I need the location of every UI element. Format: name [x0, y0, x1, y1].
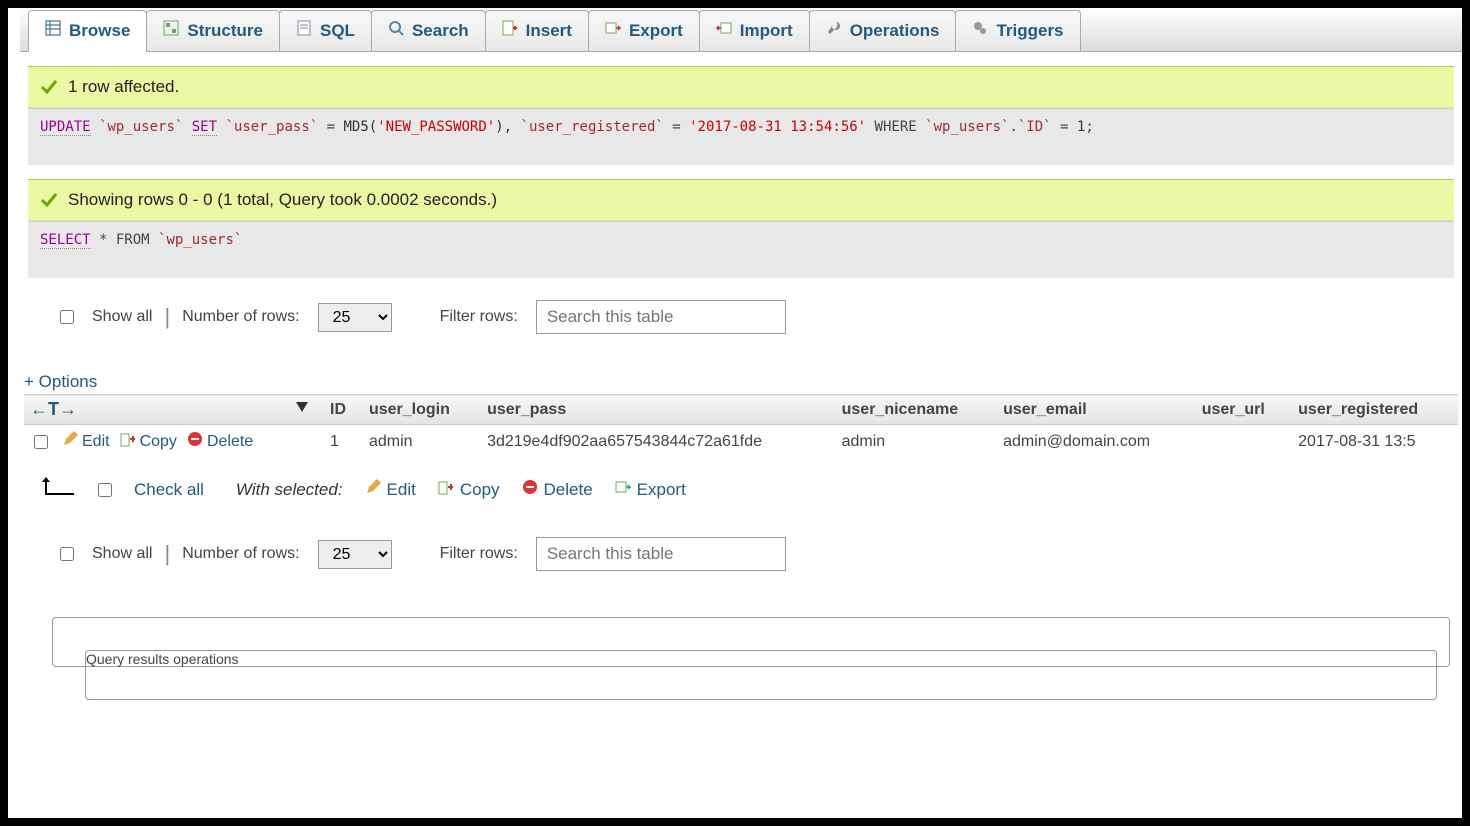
- col-user-url[interactable]: user_url: [1196, 395, 1292, 425]
- update-success-text: 1 row affected.: [68, 77, 179, 97]
- results-table: ←T→ ID user_login user_pass user_nicenam…: [24, 394, 1458, 458]
- tab-triggers[interactable]: Triggers: [955, 10, 1080, 51]
- tab-structure[interactable]: Structure: [146, 10, 280, 51]
- col-user-email[interactable]: user_email: [997, 395, 1196, 425]
- tab-insert-label: Insert: [526, 21, 572, 41]
- structure-icon: [163, 20, 179, 41]
- check-all-link[interactable]: Check all: [134, 480, 204, 500]
- col-actions: ←T→: [24, 395, 324, 425]
- tab-export-label: Export: [629, 21, 683, 41]
- col-user-nicename[interactable]: user_nicename: [836, 395, 997, 425]
- col-user-pass[interactable]: user_pass: [481, 395, 836, 425]
- update-sql-box: UPDATE `wp_users` SET `user_pass` = MD5(…: [28, 108, 1454, 165]
- tab-structure-label: Structure: [187, 21, 263, 41]
- tab-export[interactable]: Export: [588, 10, 700, 51]
- num-rows-select[interactable]: 25: [318, 303, 392, 332]
- check-all-checkbox[interactable]: [98, 483, 112, 497]
- num-rows-label-bottom: Number of rows:: [182, 545, 299, 563]
- gears-icon: [972, 20, 988, 41]
- sql-icon: [296, 20, 312, 41]
- export-icon: [605, 20, 621, 41]
- row-edit-link[interactable]: Edit: [62, 431, 110, 452]
- num-rows-select-bottom[interactable]: 25: [318, 540, 392, 569]
- col-user-login[interactable]: user_login: [363, 395, 481, 425]
- filter-rows-label: Filter rows:: [440, 308, 518, 326]
- browse-icon: [45, 20, 61, 41]
- row-delete-link[interactable]: Delete: [187, 431, 253, 452]
- export-icon: [615, 479, 631, 500]
- delete-icon: [187, 431, 203, 452]
- controls-top: Show all | Number of rows: 25 Filter row…: [20, 278, 1462, 348]
- tab-sql[interactable]: SQL: [279, 10, 372, 51]
- arrow-up-icon: [40, 474, 76, 505]
- cell-id: 1: [324, 425, 363, 459]
- cell-user-login: admin: [363, 425, 481, 459]
- delete-icon: [522, 479, 538, 500]
- bulk-edit-link[interactable]: Edit: [365, 479, 416, 500]
- cell-user-email: admin@domain.com: [997, 425, 1196, 459]
- bulk-actions: Check all With selected: Edit Copy Delet…: [20, 458, 1462, 515]
- pencil-icon: [365, 479, 381, 500]
- check-icon: [40, 191, 58, 209]
- copy-icon: [120, 431, 136, 452]
- col-user-registered[interactable]: user_registered: [1292, 395, 1458, 425]
- pencil-icon: [62, 431, 78, 452]
- insert-icon: [502, 20, 518, 41]
- tab-insert[interactable]: Insert: [485, 10, 589, 51]
- tab-browse[interactable]: Browse: [28, 10, 147, 52]
- select-success-notice: Showing rows 0 - 0 (1 total, Query took …: [28, 179, 1454, 278]
- cell-user-url: [1196, 425, 1292, 459]
- separator: |: [164, 304, 170, 330]
- cell-user-registered: 2017-08-31 13:5: [1292, 425, 1458, 459]
- tab-search[interactable]: Search: [371, 10, 486, 51]
- check-icon: [40, 78, 58, 96]
- qro-legend: Query results operations: [85, 650, 1437, 700]
- options-toggle[interactable]: + Options: [20, 348, 97, 394]
- tab-search-label: Search: [412, 21, 469, 41]
- bulk-export-link[interactable]: Export: [615, 479, 686, 500]
- separator: |: [164, 541, 170, 567]
- controls-bottom: Show all | Number of rows: 25 Filter row…: [20, 515, 1462, 585]
- with-selected-label: With selected:: [236, 480, 343, 500]
- select-success-text: Showing rows 0 - 0 (1 total, Query took …: [68, 190, 497, 210]
- arrows-header[interactable]: ←T→: [30, 399, 77, 420]
- tab-operations[interactable]: Operations: [809, 10, 957, 51]
- cell-user-nicename: admin: [836, 425, 997, 459]
- filter-rows-input[interactable]: [536, 300, 786, 334]
- show-all-checkbox[interactable]: [60, 310, 74, 324]
- filter-rows-label-bottom: Filter rows:: [440, 545, 518, 563]
- tab-sql-label: SQL: [320, 21, 355, 41]
- copy-icon: [438, 479, 454, 500]
- row-checkbox[interactable]: [34, 435, 48, 449]
- show-all-label: Show all: [92, 308, 152, 326]
- show-all-checkbox-bottom[interactable]: [60, 547, 74, 561]
- bulk-copy-link[interactable]: Copy: [438, 479, 500, 500]
- cell-user-pass: 3d219e4df902aa657543844c72a61fde: [481, 425, 836, 459]
- show-all-label-bottom: Show all: [92, 545, 152, 563]
- sort-arrow-icon[interactable]: [296, 399, 308, 417]
- search-icon: [388, 20, 404, 41]
- tab-triggers-label: Triggers: [996, 21, 1063, 41]
- top-tabs: Browse Structure SQL Search Insert Expor…: [20, 8, 1462, 52]
- bulk-delete-link[interactable]: Delete: [522, 479, 593, 500]
- select-sql-box: SELECT * FROM `wp_users`: [28, 221, 1454, 278]
- tab-operations-label: Operations: [850, 21, 940, 41]
- tab-browse-label: Browse: [69, 21, 130, 41]
- import-icon: [716, 20, 732, 41]
- tab-import[interactable]: Import: [699, 10, 810, 51]
- col-id[interactable]: ID: [324, 395, 363, 425]
- row-copy-link[interactable]: Copy: [120, 431, 177, 452]
- update-success-notice: 1 row affected. UPDATE `wp_users` SET `u…: [28, 66, 1454, 165]
- num-rows-label: Number of rows:: [182, 308, 299, 326]
- filter-rows-input-bottom[interactable]: [536, 537, 786, 571]
- wrench-icon: [826, 20, 842, 41]
- tab-import-label: Import: [740, 21, 793, 41]
- query-results-operations: Query results operations: [52, 617, 1450, 667]
- table-row: Edit Copy Delete 1 admin 3d219e4df902aa6…: [24, 425, 1458, 459]
